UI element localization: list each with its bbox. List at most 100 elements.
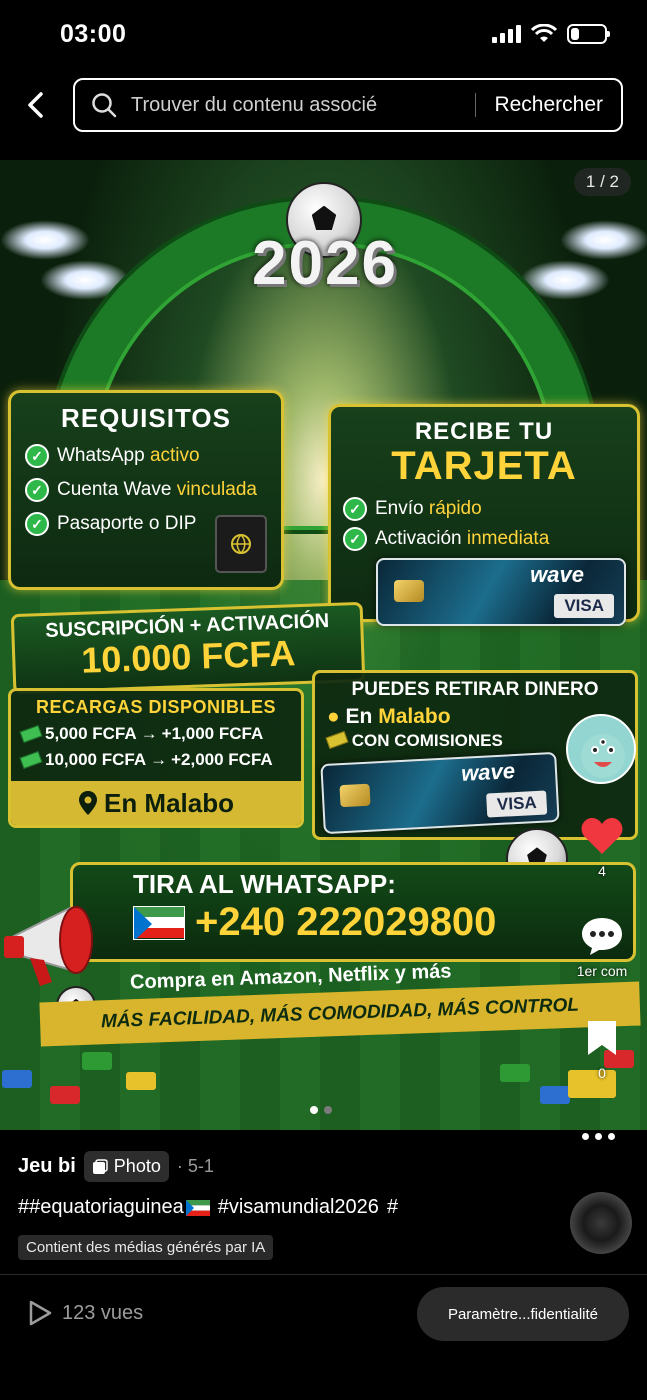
carousel-dot[interactable]	[310, 1106, 318, 1114]
recargas-panel: RECARGAS DISPONIBLES 5,000 FCFA → +1,000…	[8, 688, 304, 828]
save-button[interactable]: 0	[567, 1018, 637, 1081]
cellular-signal-icon	[492, 25, 521, 43]
recarga-to: +1,000 FCFA	[161, 724, 264, 743]
views-count: 123 vues	[62, 1301, 144, 1324]
lego-brick	[50, 1086, 80, 1104]
like-count: 4	[598, 863, 606, 879]
photo-icon	[92, 1158, 108, 1174]
arrow-icon: →	[150, 750, 168, 769]
recarga-row: 10,000 FCFA → +2,000 FCFA	[19, 750, 291, 770]
search-icon	[75, 92, 119, 118]
location-pin-icon	[78, 791, 97, 815]
search-box[interactable]: Rechercher	[73, 78, 623, 132]
author-name[interactable]: Jeu bi	[18, 1155, 76, 1178]
card-network: VISA	[554, 594, 614, 618]
equatorial-guinea-flag-icon	[133, 905, 185, 940]
stadium-light	[560, 220, 647, 260]
year-title: 2026	[252, 229, 398, 298]
requisitos-title: REQUISITOS	[61, 403, 231, 433]
recibe-text: Activación	[375, 528, 467, 549]
requisito-text: Pasaporte o DIP	[57, 513, 197, 534]
passport-icon	[215, 515, 267, 573]
post-image[interactable]: 2026 1 / 2 REQUISITOS ✓ WhatsApp activo …	[0, 160, 647, 1130]
location-text: En Malabo	[103, 787, 234, 818]
retirar-pre: En	[345, 705, 379, 728]
hashtag[interactable]: #	[387, 1196, 398, 1219]
more-icon	[582, 1132, 589, 1140]
check-icon: ✓	[25, 512, 49, 536]
location-pin-icon: ●	[327, 705, 340, 728]
retirar-place: Malabo	[378, 705, 451, 728]
status-icons	[492, 24, 610, 44]
card-chip-icon	[339, 783, 371, 808]
battery-icon	[567, 24, 610, 44]
author-row: Jeu bi Photo · 5-1	[18, 1151, 214, 1182]
author-avatar[interactable]	[566, 714, 636, 784]
back-button[interactable]	[18, 88, 52, 122]
check-icon: ✓	[343, 497, 367, 521]
lego-brick	[2, 1070, 32, 1088]
requisito-text: Cuenta Wave	[57, 479, 177, 500]
card-brand: wave	[530, 562, 584, 587]
recarga-row: 5,000 FCFA → +1,000 FCFA	[19, 724, 291, 744]
carousel-dot[interactable]	[324, 1106, 332, 1114]
retirar-title: PUEDES RETIRAR DINERO	[351, 679, 599, 700]
battery-level	[571, 28, 579, 40]
recibe-item: ✓ Envío rápido	[343, 497, 625, 521]
whatsapp-title: TIRA AL WHATSAPP:	[133, 869, 396, 899]
recibe-highlight: rápido	[428, 498, 482, 519]
page-counter: 1 / 2	[573, 168, 631, 196]
divider	[0, 1274, 647, 1275]
requisito-text: WhatsApp	[57, 445, 150, 466]
recibe-highlight: inmediata	[466, 528, 550, 549]
comment-button[interactable]: 1er com	[567, 916, 637, 979]
hashtag-row: ##equatoriaguinea #visamundial2026 #	[18, 1196, 398, 1219]
check-icon: ✓	[343, 527, 367, 551]
recibe-item: ✓ Activación inmediata	[343, 527, 625, 551]
chevron-left-icon	[28, 92, 43, 118]
stadium-light	[0, 220, 90, 260]
money-icon	[19, 724, 43, 744]
privacy-settings-button[interactable]: Paramètre...fidentialité	[417, 1287, 629, 1341]
search-button[interactable]: Rechercher	[476, 93, 621, 117]
recarga-to: +2,000 FCFA	[171, 750, 273, 769]
lego-brick	[82, 1052, 112, 1070]
ai-generated-label: Contient des médias générés par IA	[18, 1235, 274, 1260]
music-disc-icon[interactable]	[570, 1192, 632, 1254]
recargas-title: RECARGAS DISPONIBLES	[35, 697, 277, 717]
money-icon	[325, 730, 349, 750]
arrow-icon: →	[140, 724, 158, 743]
card-chip-icon	[394, 580, 424, 602]
wave-visa-card: wave VISA	[376, 558, 626, 626]
card-network: VISA	[486, 790, 548, 818]
lego-brick	[126, 1072, 156, 1090]
recarga-from: 10,000 FCFA	[45, 750, 147, 769]
card-brand: wave	[460, 758, 516, 786]
more-options-button[interactable]	[582, 1128, 622, 1144]
hashtag[interactable]: ##equatoriaguinea	[18, 1196, 210, 1219]
photo-type-label: Photo	[113, 1156, 161, 1176]
play-icon	[29, 1300, 52, 1326]
wave-visa-card: wave VISA	[320, 751, 560, 835]
save-count: 0	[598, 1065, 606, 1081]
heart-icon	[581, 818, 623, 854]
recibe-text: Envío	[375, 498, 429, 519]
wifi-icon	[531, 24, 557, 42]
requisito-item: ✓ WhatsApp activo	[25, 444, 267, 468]
like-button[interactable]: 4	[567, 816, 637, 879]
recibe-title: RECIBE TU	[414, 418, 554, 445]
views-row: 123 vues	[28, 1300, 143, 1326]
requisitos-panel: REQUISITOS ✓ WhatsApp activo ✓ Cuenta Wa…	[8, 390, 284, 590]
photo-type-badge: Photo	[83, 1151, 169, 1182]
status-bar: 03:00	[0, 0, 647, 72]
requisito-highlight: vinculada	[176, 479, 257, 500]
phone-number: +240 222029800	[195, 900, 497, 944]
carousel-dots	[310, 1106, 332, 1114]
post-date: · 5-1	[176, 1156, 214, 1176]
search-input[interactable]	[119, 93, 476, 117]
location-badge: En Malabo	[11, 781, 301, 825]
hashtag[interactable]: #visamundial2026	[218, 1196, 379, 1219]
money-icon	[19, 750, 43, 770]
comment-icon	[582, 918, 622, 955]
lego-brick	[500, 1064, 530, 1082]
